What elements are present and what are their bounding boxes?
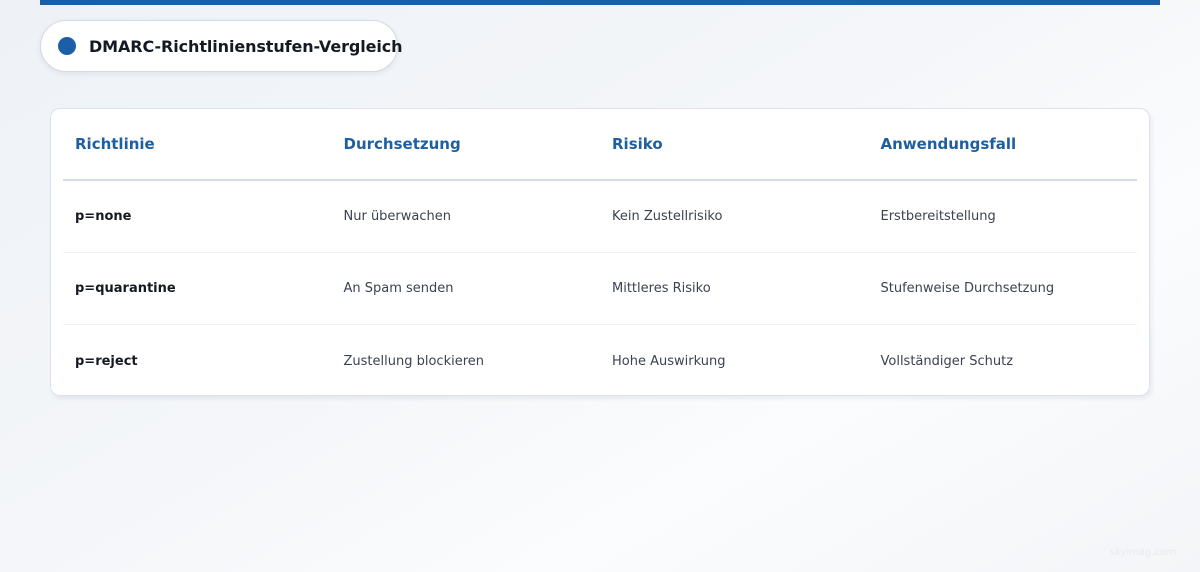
table-row: p=quarantine An Spam senden Mittleres Ri… [63,253,1137,325]
table-cell-policy: p=quarantine [75,281,176,296]
table-header-row: Richtlinie Durchsetzung Risiko Anwendung… [63,109,1137,181]
top-accent-bar [40,0,1160,5]
table-cell-use-case: Erstbereitstellung [880,209,996,224]
table-cell-enforcement: Zustellung blockieren [343,353,485,369]
column-header-policy: Richtlinie [75,135,155,153]
column-header-enforcement: Durchsetzung [343,135,461,153]
column-header-use-case: Anwendungsfall [880,135,1017,153]
table-cell-risk: Mittleres Risiko [612,281,711,296]
table-cell-risk: Kein Zustellrisiko [612,209,723,224]
table-cell-risk: Hohe Auswirkung [612,353,726,369]
table-cell-use-case: Stufenweise Durchsetzung [880,281,1055,296]
watermark: skyimag.com [1109,547,1176,558]
column-header-risk: Risiko [612,135,663,153]
table-cell-enforcement: An Spam senden [343,281,454,296]
table-cell-policy: p=reject [75,353,138,369]
table-cell-use-case: Vollständiger Schutz [880,353,1014,369]
table-cell-enforcement: Nur überwachen [343,209,452,224]
comparison-table: Richtlinie Durchsetzung Risiko Anwendung… [50,108,1150,396]
page-title-badge: DMARC-Richtlinienstufen-Vergleich [40,20,403,72]
page-title: DMARC-Richtlinienstufen-Vergleich [89,36,403,56]
table-row: p=reject Zustellung blockieren Hohe Ausw… [63,325,1137,397]
bullet-dot-icon [58,37,76,55]
table-cell-policy: p=none [75,209,132,224]
table-row: p=none Nur überwachen Kein Zustellrisiko… [63,181,1137,253]
